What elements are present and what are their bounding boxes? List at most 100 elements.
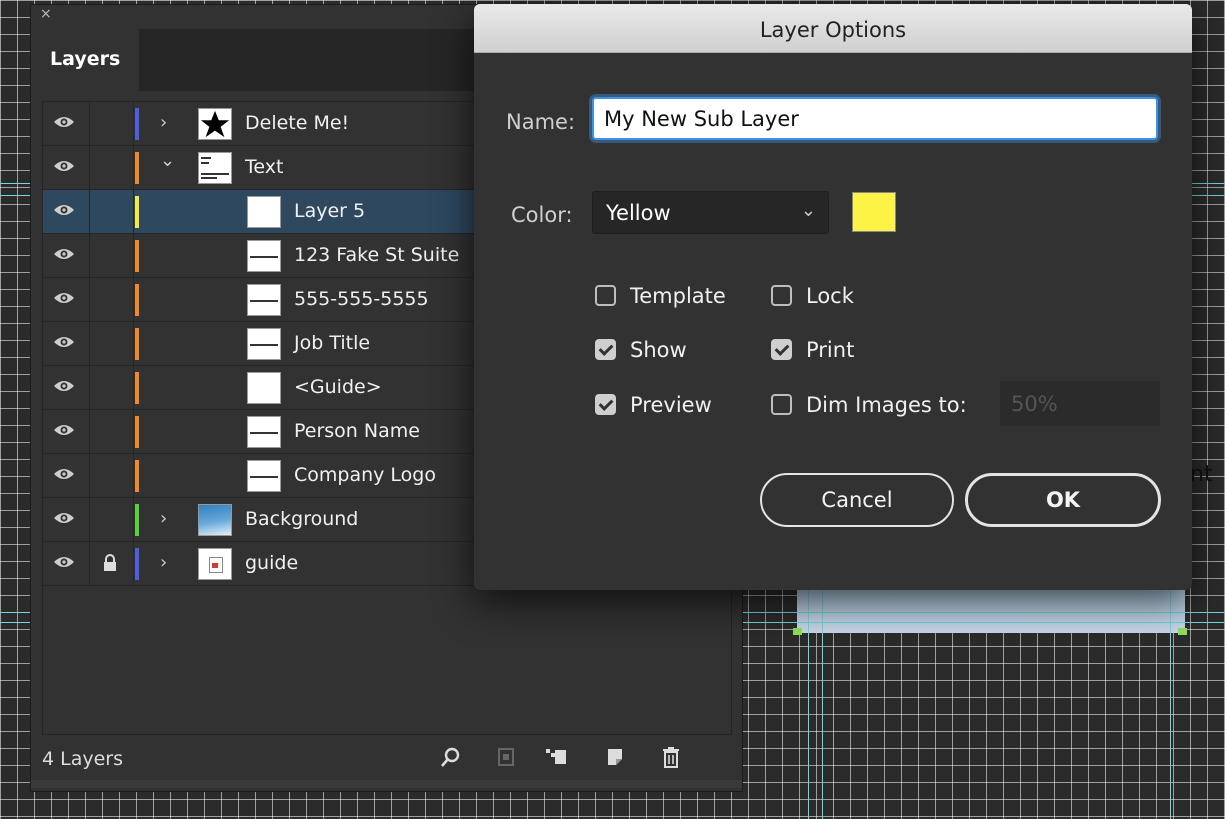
layer-color-indicator (135, 416, 139, 448)
layer-name[interactable]: 555-555-5555 (294, 288, 429, 310)
chevron-right-icon[interactable]: › (160, 508, 167, 529)
column-divider (133, 278, 134, 321)
preview-label[interactable]: Preview (630, 393, 712, 417)
guide-line (808, 590, 809, 819)
trash-icon[interactable] (659, 745, 683, 769)
layer-color-indicator (135, 284, 139, 316)
dialog-title: Layer Options (474, 4, 1192, 53)
layer-name[interactable]: Delete Me! (245, 112, 349, 134)
column-divider (133, 234, 134, 277)
layer-thumbnail (198, 152, 232, 184)
layer-thumbnail (198, 548, 232, 580)
eye-icon[interactable] (53, 115, 75, 129)
dim-images-checkbox[interactable] (771, 394, 792, 415)
column-divider (89, 410, 90, 453)
print-checkbox[interactable] (771, 339, 792, 360)
layer-color-indicator (135, 328, 139, 360)
name-label: Name: (506, 110, 576, 134)
dim-percentage-input[interactable] (1000, 381, 1160, 426)
dim-images-label[interactable]: Dim Images to: (806, 393, 967, 417)
color-swatch[interactable] (852, 192, 896, 232)
layer-name[interactable]: Person Name (294, 420, 420, 442)
eye-icon[interactable] (53, 203, 75, 217)
layer-color-indicator (135, 108, 139, 140)
chevron-down-icon: ⌄ (800, 200, 816, 221)
column-divider (133, 498, 134, 541)
lock-checkbox[interactable] (771, 285, 792, 306)
template-checkbox[interactable] (595, 285, 616, 306)
eye-icon[interactable] (53, 511, 75, 525)
column-divider (133, 454, 134, 497)
layer-name[interactable]: guide (245, 552, 298, 574)
color-label: Color: (511, 203, 573, 227)
eye-icon[interactable] (53, 467, 75, 481)
layer-thumbnail (247, 240, 281, 272)
eye-icon[interactable] (53, 555, 75, 569)
layer-color-indicator (135, 152, 139, 184)
layer-name-input[interactable] (592, 97, 1158, 140)
cancel-button[interactable]: Cancel (760, 473, 954, 527)
layer-name[interactable]: 123 Fake St Suite (294, 244, 459, 266)
template-label[interactable]: Template (630, 284, 726, 308)
layer-name[interactable]: Background (245, 508, 358, 530)
layer-thumbnail (247, 372, 281, 404)
print-label[interactable]: Print (806, 338, 854, 362)
layer-name[interactable]: Text (245, 156, 283, 178)
tab-layers[interactable]: Layers (31, 29, 139, 91)
eye-icon[interactable] (53, 335, 75, 349)
layer-thumbnail (198, 108, 232, 140)
column-divider (133, 542, 134, 585)
layer-name[interactable]: Job Title (294, 332, 370, 354)
layer-options-dialog: Layer Options Name: Color: Yellow ⌄ Temp… (474, 4, 1192, 590)
column-divider (89, 234, 90, 277)
search-icon[interactable] (439, 745, 463, 769)
layer-name[interactable]: Layer 5 (294, 200, 365, 222)
eye-icon[interactable] (53, 379, 75, 393)
column-divider (133, 190, 134, 233)
layer-name[interactable]: Company Logo (294, 464, 436, 486)
color-select-value: Yellow (606, 201, 671, 225)
layer-name[interactable]: <Guide> (294, 376, 382, 398)
column-divider (133, 322, 134, 365)
chevron-right-icon[interactable]: › (160, 112, 167, 133)
layer-thumbnail (247, 328, 281, 360)
column-divider (89, 454, 90, 497)
eye-icon[interactable] (53, 291, 75, 305)
lock-icon[interactable] (103, 554, 117, 572)
layer-color-indicator (135, 504, 139, 536)
column-divider (89, 322, 90, 365)
column-divider (89, 146, 90, 189)
color-select[interactable]: Yellow ⌄ (592, 191, 829, 234)
panel-close-button[interactable]: × (40, 6, 52, 22)
show-checkbox[interactable] (595, 339, 616, 360)
collect-for-export-icon[interactable] (494, 745, 518, 769)
selection-handle[interactable] (793, 628, 802, 635)
new-layer-icon[interactable] (603, 745, 627, 769)
column-divider (89, 102, 90, 145)
column-divider (133, 410, 134, 453)
selection-handle[interactable] (1178, 628, 1187, 635)
layer-count-label: 4 Layers (42, 748, 124, 770)
layer-color-indicator (135, 548, 139, 580)
show-label[interactable]: Show (630, 338, 687, 362)
preview-checkbox[interactable] (595, 394, 616, 415)
column-divider (133, 102, 134, 145)
guide-line (1170, 590, 1171, 819)
layer-color-indicator (135, 240, 139, 272)
lock-label[interactable]: Lock (806, 284, 854, 308)
eye-icon[interactable] (53, 159, 75, 173)
new-sublayer-icon[interactable] (544, 745, 568, 769)
layer-thumbnail (247, 284, 281, 316)
artboard-text-fragment: nt (1190, 462, 1213, 487)
chevron-down-icon[interactable]: ⌄ (160, 150, 175, 171)
column-divider (89, 278, 90, 321)
panel-resize-grip[interactable] (31, 780, 742, 788)
chevron-right-icon[interactable]: › (160, 552, 167, 573)
column-divider (89, 498, 90, 541)
eye-icon[interactable] (53, 423, 75, 437)
eye-icon[interactable] (53, 247, 75, 261)
star-thumbnail-icon (200, 110, 230, 138)
ok-button[interactable]: OK (965, 473, 1161, 527)
layer-thumbnail (247, 460, 281, 492)
guide-line (822, 590, 823, 819)
